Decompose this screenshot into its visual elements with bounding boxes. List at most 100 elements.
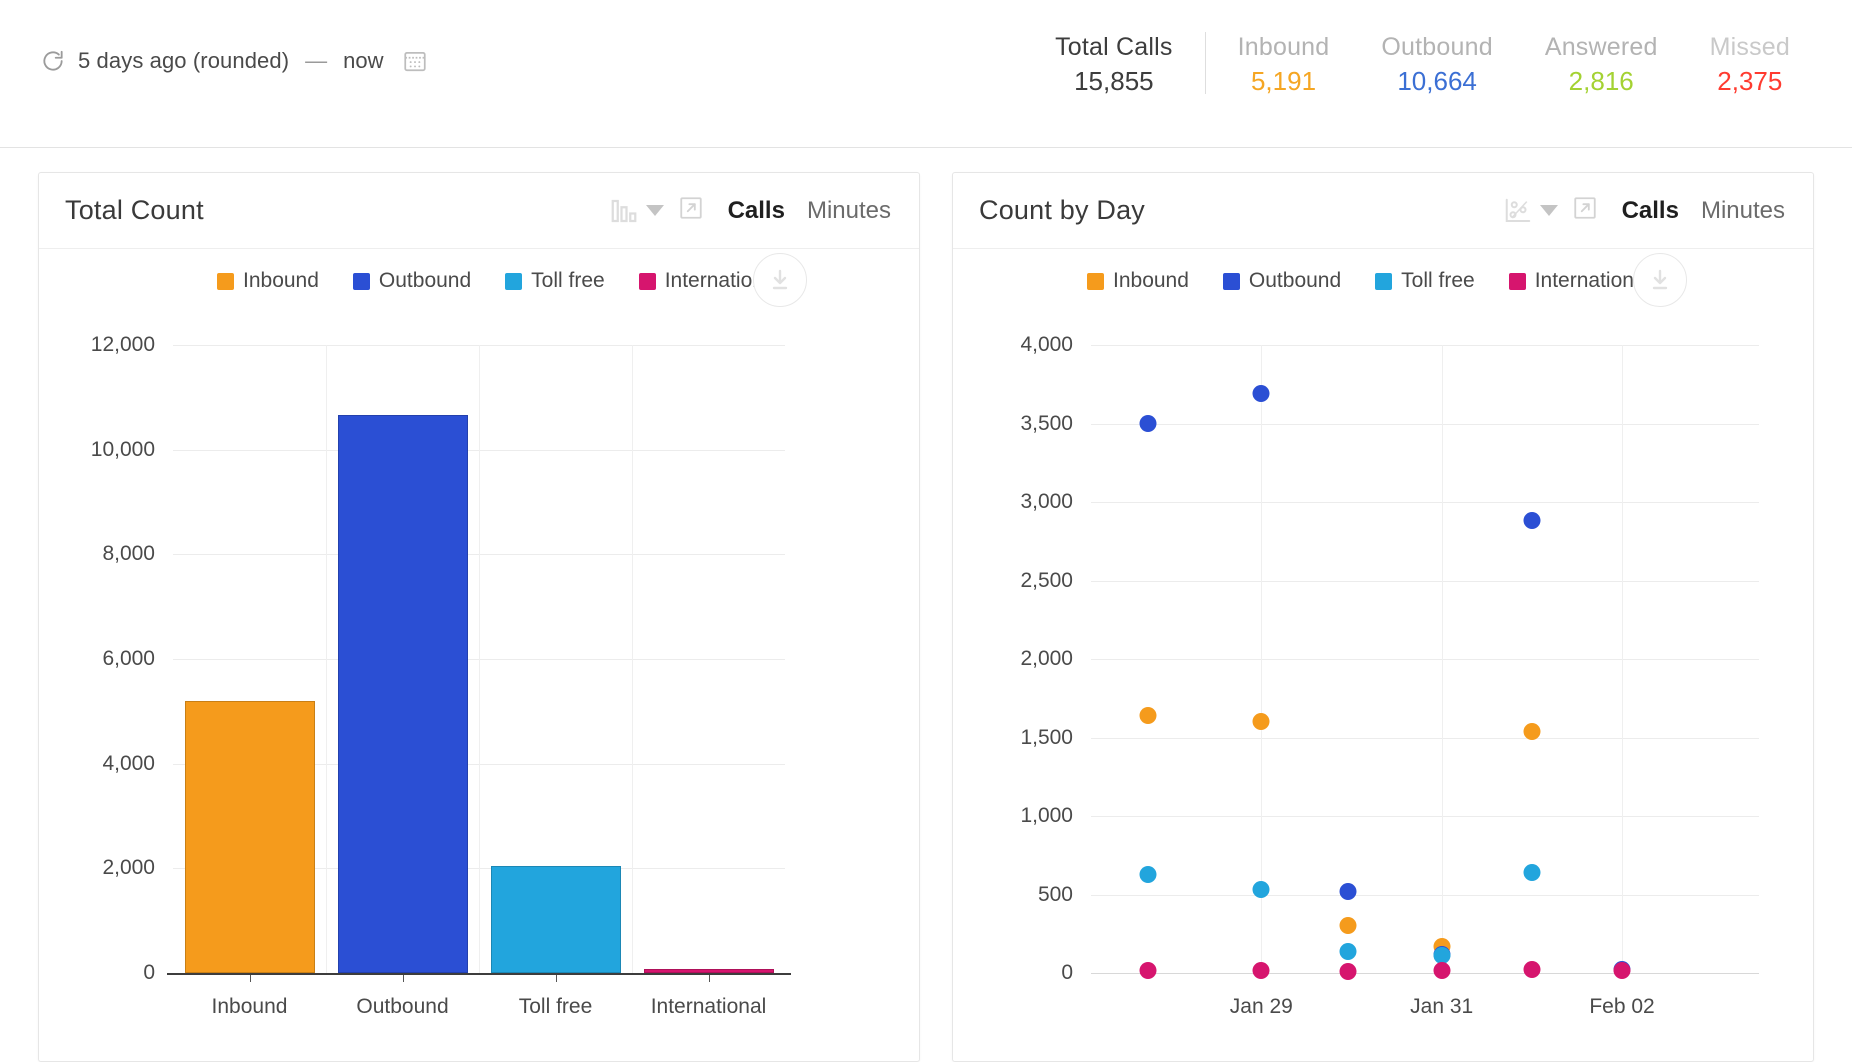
vertical-grid-line [1261, 345, 1262, 973]
scatter-chart-icon[interactable] [1503, 197, 1533, 225]
x-axis-tick-label-inbound: Inbound [212, 995, 288, 1019]
legend-swatch-inbound [217, 273, 234, 290]
open-in-new-icon[interactable] [678, 195, 726, 226]
legend-label-tollfree: Toll free [1401, 269, 1475, 293]
legend-item-inbound[interactable]: Inbound [1087, 269, 1189, 293]
data-point-toll-free [1253, 881, 1270, 898]
legend-label-inbound: Inbound [243, 269, 319, 293]
grid-line [1091, 581, 1759, 582]
stat-outbound[interactable]: Outbound 10,664 [1355, 32, 1518, 98]
download-button-count-by-day[interactable] [1633, 253, 1687, 307]
data-point-inbound [1253, 713, 1270, 730]
grid-line [1091, 895, 1759, 896]
stat-total-calls-value: 15,855 [1055, 64, 1173, 98]
x-axis-tickmark [709, 975, 710, 982]
y-axis-tick-label: 2,000 [1020, 647, 1073, 671]
y-axis-tick-label: 12,000 [91, 333, 155, 357]
legend-label-tollfree: Toll free [531, 269, 605, 293]
bar-international [644, 969, 774, 973]
bar-chart-icon[interactable] [609, 197, 639, 225]
grid-line [1091, 738, 1759, 739]
x-axis-tick-label-jan-31: Jan 31 [1410, 995, 1473, 1019]
stat-answered-label: Answered [1545, 32, 1658, 62]
legend-item-tollfree[interactable]: Toll free [505, 269, 605, 293]
date-range-control[interactable]: 5 days ago (rounded) — now [40, 48, 428, 74]
legend-swatch-inbound [1087, 273, 1104, 290]
y-axis-tick-label: 4,000 [102, 752, 155, 776]
grid-line [1091, 345, 1759, 346]
tab-minutes-left[interactable]: Minutes [805, 197, 893, 225]
chevron-down-icon[interactable] [1540, 205, 1558, 216]
data-point-international [1523, 961, 1540, 978]
x-axis-tick-label-international: International [651, 995, 767, 1019]
bar-chart-plot-area: 02,0004,0006,0008,00010,00012,000Inbound… [65, 323, 895, 1043]
x-axis-tick-label-jan-29: Jan 29 [1230, 995, 1293, 1019]
top-bar: 5 days ago (rounded) — now Total Calls 1… [0, 0, 1852, 148]
x-axis-tickmark [403, 975, 404, 982]
vertical-grid-line [632, 345, 633, 973]
y-axis-tick-label: 0 [1061, 961, 1073, 985]
y-axis-tick-label: 0 [143, 961, 155, 985]
chevron-down-icon[interactable] [646, 205, 664, 216]
legend-total-count: Inbound Outbound Toll free International [217, 269, 780, 293]
legend-item-inbound[interactable]: Inbound [217, 269, 319, 293]
stat-missed[interactable]: Missed 2,375 [1684, 32, 1816, 98]
calendar-icon[interactable] [396, 48, 428, 74]
card-count-by-day-title: Count by Day [979, 195, 1145, 226]
legend-item-international[interactable]: International [1509, 269, 1651, 293]
stat-inbound[interactable]: Inbound 5,191 [1212, 32, 1356, 98]
download-button-total-count[interactable] [753, 253, 807, 307]
data-point-outbound [1523, 512, 1540, 529]
card-total-count-title: Total Count [65, 195, 204, 226]
data-point-outbound [1139, 415, 1156, 432]
legend-item-outbound[interactable]: Outbound [1223, 269, 1341, 293]
y-axis-tick-label: 10,000 [91, 438, 155, 462]
x-axis-tickmark [250, 975, 251, 982]
y-axis-tick-label: 2,500 [1020, 569, 1073, 593]
y-axis-tick-label: 500 [1038, 883, 1073, 907]
stat-outbound-value: 10,664 [1381, 64, 1492, 98]
tab-minutes-right[interactable]: Minutes [1699, 197, 1787, 225]
y-axis-tick-label: 8,000 [102, 542, 155, 566]
legend-label-inbound: Inbound [1113, 269, 1189, 293]
grid-line [1091, 502, 1759, 503]
legend-swatch-tollfree [1375, 273, 1392, 290]
x-axis-baseline [1091, 973, 1759, 974]
data-point-toll-free [1523, 864, 1540, 881]
open-in-new-icon[interactable] [1572, 195, 1620, 226]
card-count-by-day: Count by Day Calls Minutes [952, 172, 1814, 1062]
data-point-international [1139, 962, 1156, 979]
stat-total-calls[interactable]: Total Calls 15,855 [1029, 32, 1199, 98]
y-axis-tick-label: 3,500 [1020, 412, 1073, 436]
stat-missed-label: Missed [1710, 32, 1790, 62]
stat-answered-value: 2,816 [1545, 64, 1658, 98]
date-range-end[interactable]: now [343, 48, 383, 74]
vertical-grid-line [1622, 345, 1623, 973]
grid-line [1091, 659, 1759, 660]
legend-count-by-day: Inbound Outbound Toll free International [1087, 269, 1650, 293]
data-point-international [1614, 962, 1631, 979]
card-total-count: Total Count Calls Minutes [38, 172, 920, 1062]
stat-missed-value: 2,375 [1710, 64, 1790, 98]
data-point-outbound [1253, 385, 1270, 402]
x-axis-tick-label-toll-free: Toll free [519, 995, 593, 1019]
legend-swatch-outbound [1223, 273, 1240, 290]
tab-calls-left[interactable]: Calls [726, 197, 787, 225]
grid-line [1091, 816, 1759, 817]
legend-swatch-international [1509, 273, 1526, 290]
date-range-start[interactable]: 5 days ago (rounded) [78, 48, 289, 74]
data-point-inbound [1523, 723, 1540, 740]
date-range-separator: — [301, 48, 331, 74]
bar-toll-free [491, 866, 621, 973]
tab-calls-right[interactable]: Calls [1620, 197, 1681, 225]
data-point-international [1253, 962, 1270, 979]
legend-label-outbound: Outbound [1249, 269, 1341, 293]
stat-answered[interactable]: Answered 2,816 [1519, 32, 1684, 98]
data-point-outbound [1340, 883, 1357, 900]
data-point-inbound [1340, 917, 1357, 934]
card-total-count-header: Total Count Calls Minutes [39, 173, 919, 249]
legend-item-tollfree[interactable]: Toll free [1375, 269, 1475, 293]
data-point-inbound [1139, 707, 1156, 724]
legend-item-outbound[interactable]: Outbound [353, 269, 471, 293]
refresh-icon[interactable] [40, 48, 66, 74]
